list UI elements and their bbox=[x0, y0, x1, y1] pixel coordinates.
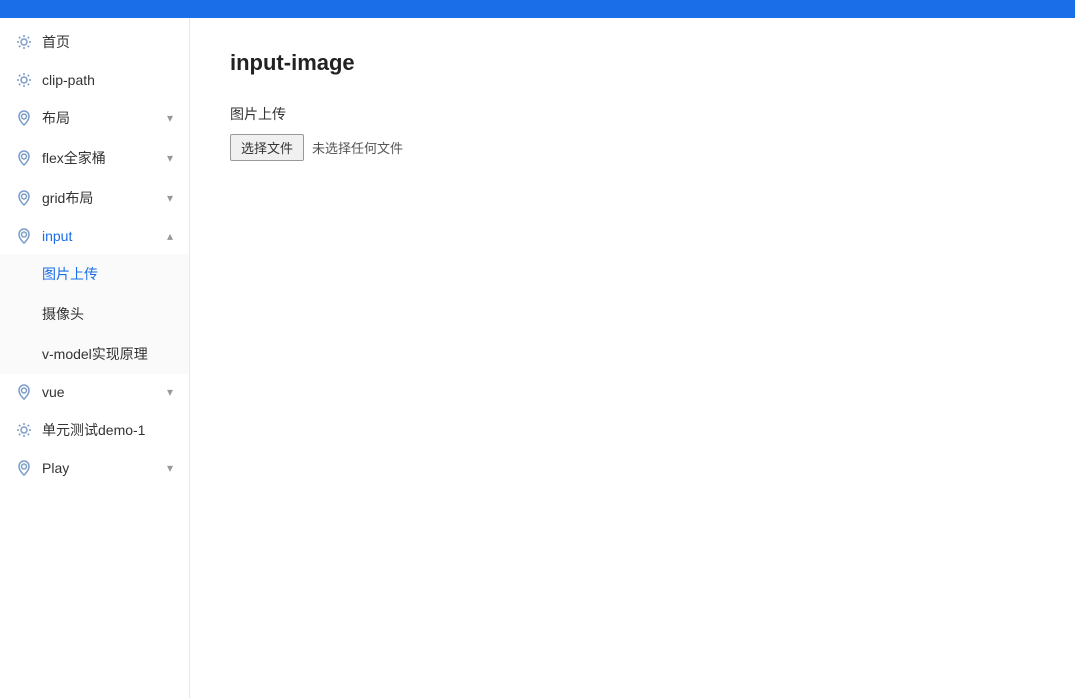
location-icon-input bbox=[16, 228, 32, 244]
sidebar-item-vue-label: vue bbox=[42, 384, 65, 400]
sidebar-item-image-upload-label: 图片上传 bbox=[42, 264, 98, 284]
upload-section-label: 图片上传 bbox=[230, 104, 1035, 124]
sidebar-item-unit-test[interactable]: 单元测试demo-1 bbox=[0, 410, 189, 450]
sidebar-item-unit-test-label: 单元测试demo-1 bbox=[42, 420, 145, 440]
chevron-down-icon-play: ▾ bbox=[167, 461, 173, 475]
sidebar-item-layout[interactable]: 布局 ▾ bbox=[0, 98, 189, 138]
input-sub-items: 图片上传 摄像头 v-model实现原理 bbox=[0, 254, 189, 374]
sidebar-item-grid-label: grid布局 bbox=[42, 188, 93, 208]
sidebar: 首页 clip-path 布局 ▾ flex全家桶 bbox=[0, 18, 190, 698]
gear-icon-unit-test bbox=[16, 422, 32, 438]
sidebar-item-camera-label: 摄像头 bbox=[42, 304, 84, 324]
file-upload-row: 选择文件 未选择任何文件 bbox=[230, 134, 1035, 161]
chevron-up-icon-input: ▴ bbox=[167, 229, 173, 243]
no-file-text: 未选择任何文件 bbox=[312, 138, 403, 157]
sidebar-item-image-upload[interactable]: 图片上传 bbox=[0, 254, 189, 294]
chevron-down-icon-flex: ▾ bbox=[167, 151, 173, 165]
location-icon-vue bbox=[16, 384, 32, 400]
location-icon-grid bbox=[16, 190, 32, 206]
top-bar bbox=[0, 0, 1075, 18]
sidebar-item-clip-path[interactable]: clip-path bbox=[0, 62, 189, 98]
chevron-down-icon-grid: ▾ bbox=[167, 191, 173, 205]
gear-icon-clip bbox=[16, 72, 32, 88]
sidebar-item-vue[interactable]: vue ▾ bbox=[0, 374, 189, 410]
sidebar-item-camera[interactable]: 摄像头 bbox=[0, 294, 189, 334]
sidebar-item-home-label: 首页 bbox=[42, 32, 70, 52]
top-bar-inner bbox=[8, 0, 1075, 18]
sidebar-item-play[interactable]: Play ▾ bbox=[0, 450, 189, 486]
main-content: input-image 图片上传 选择文件 未选择任何文件 bbox=[190, 18, 1075, 698]
location-icon-play bbox=[16, 460, 32, 476]
sidebar-item-play-label: Play bbox=[42, 460, 69, 476]
sidebar-item-grid[interactable]: grid布局 ▾ bbox=[0, 178, 189, 218]
sidebar-item-clip-path-label: clip-path bbox=[42, 72, 95, 88]
sidebar-item-input-label: input bbox=[42, 228, 72, 244]
sidebar-item-flex[interactable]: flex全家桶 ▾ bbox=[0, 138, 189, 178]
sidebar-item-home[interactable]: 首页 bbox=[0, 22, 189, 62]
choose-file-button[interactable]: 选择文件 bbox=[230, 134, 304, 161]
main-layout: 首页 clip-path 布局 ▾ flex全家桶 bbox=[0, 18, 1075, 698]
location-icon-layout bbox=[16, 110, 32, 126]
chevron-down-icon-vue: ▾ bbox=[167, 385, 173, 399]
location-icon-flex bbox=[16, 150, 32, 166]
gear-icon bbox=[16, 34, 32, 50]
sidebar-item-flex-label: flex全家桶 bbox=[42, 148, 106, 168]
sidebar-item-layout-label: 布局 bbox=[42, 108, 70, 128]
sidebar-item-input[interactable]: input ▴ bbox=[0, 218, 189, 254]
page-title: input-image bbox=[230, 50, 1035, 76]
chevron-down-icon-layout: ▾ bbox=[167, 111, 173, 125]
sidebar-item-v-model-label: v-model实现原理 bbox=[42, 344, 148, 364]
sidebar-item-v-model[interactable]: v-model实现原理 bbox=[0, 334, 189, 374]
